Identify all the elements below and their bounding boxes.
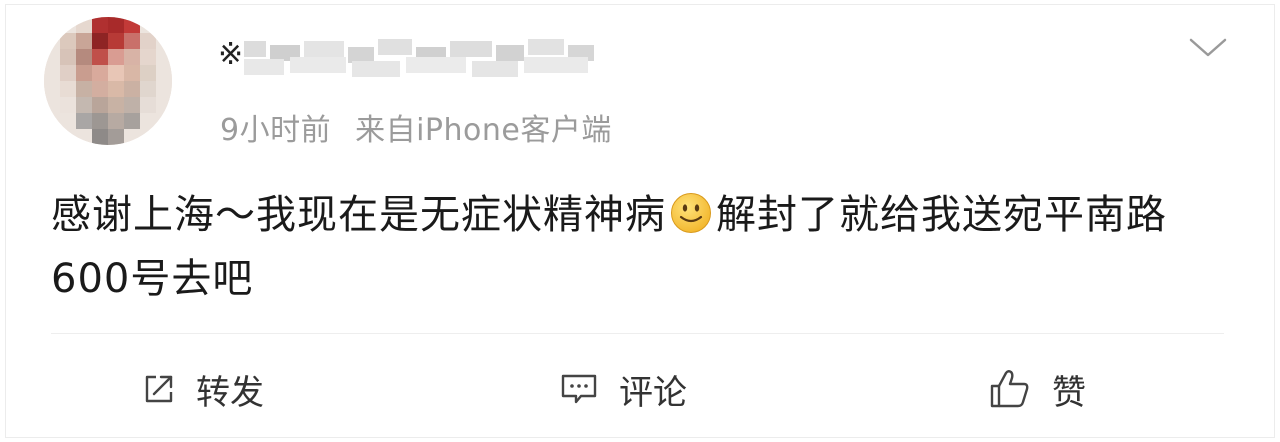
like-label: 赞 [1052,372,1086,413]
avatar[interactable] [44,17,172,145]
post-time: 9小时前 [220,113,332,148]
repost-icon [145,375,173,403]
smile-emoji-icon [671,193,711,233]
divider [51,333,1224,334]
chevron-down-icon[interactable] [1188,35,1228,59]
weibo-post-card: ※ 9小时前 来自iPhone客户端 感谢上海～我现在是无症状精神病 解封了就给… [5,4,1275,438]
like-button[interactable]: 赞 [988,361,1086,417]
thumbs-up-icon [990,370,1029,408]
repost-label: 转发 [196,372,264,413]
post-content: 感谢上海～我现在是无症状精神病 解封了就给我送宛平南路600号去吧 [51,183,1241,311]
username-obscured[interactable]: ※ [218,35,598,79]
post-source: 来自iPhone客户端 [355,113,612,148]
repost-button[interactable]: 转发 [142,361,264,417]
post-text-part1: 感谢上海～我现在是无症状精神病 [51,192,666,238]
comment-label: 评论 [619,372,687,413]
post-meta: 9小时前 来自iPhone客户端 [220,105,612,149]
username-visible-char: ※ [218,37,244,72]
comment-button[interactable]: 评论 [559,361,687,417]
comment-icon [561,374,597,404]
